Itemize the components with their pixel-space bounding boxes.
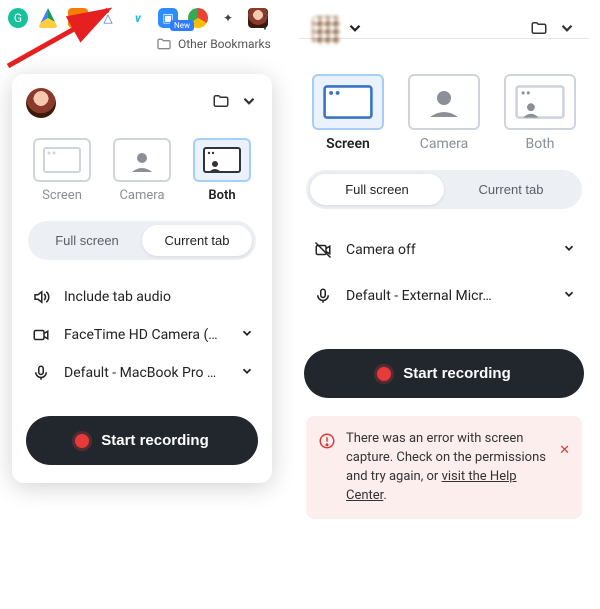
error-banner: There was an error with screen capture. … [306,416,582,519]
chevron-down-icon [562,241,576,259]
mic-icon [30,364,52,382]
mic-icon [312,287,334,305]
mode-both-label: Both [526,136,555,152]
header-dropdown[interactable] [240,92,258,114]
record-dot-icon [75,434,89,448]
mode-both[interactable]: Both [187,138,257,203]
start-recording-label: Start recording [101,432,209,449]
mic-select-row[interactable]: Default - MacBook Pro … [26,354,258,392]
record-dot-icon [377,367,391,381]
camera-select-row[interactable]: Camera off [304,227,584,273]
mode-screen[interactable]: Screen [27,138,97,203]
camera-off-icon [312,241,334,259]
recorder-popup-left: Screen Camera Both Full screen Current t… [12,74,272,483]
mode-camera[interactable]: Camera [401,74,487,152]
mode-screen[interactable]: Screen [305,74,391,152]
right-header [304,12,584,56]
error-text: There was an error with screen capture. … [346,430,549,505]
mode-screen-label: Screen [326,136,370,152]
chevron-down-icon [240,326,254,344]
seg-full-screen[interactable]: Full screen [32,225,142,256]
overflow-menu-icon[interactable]: ⋮ [256,12,274,33]
camera-icon [30,326,52,344]
include-tab-audio-label: Include tab audio [64,289,254,305]
chevron-down-icon [562,287,576,305]
library-icon[interactable] [212,92,230,114]
mode-both-label: Both [208,188,235,203]
capture-mode-row: Screen Camera Both [304,74,584,152]
grammarly-icon[interactable]: G [8,8,28,28]
mode-both[interactable]: Both [497,74,583,152]
start-recording-button[interactable]: Start recording [304,349,584,398]
avatar-dropdown[interactable] [346,19,364,41]
include-tab-audio-row[interactable]: Include tab audio [26,278,258,316]
camera-select-row[interactable]: FaceTime HD Camera (… [26,316,258,354]
mic-select-label: Default - MacBook Pro … [64,365,228,381]
mic-select-row[interactable]: Default - External Micr… [304,273,584,319]
camera-select-label: Camera off [346,242,550,258]
analytics-icon[interactable] [68,8,88,28]
screen-scope-segmented: Full screen Current tab [28,221,256,260]
recorder-panel-right: Screen Camera Both Full screen Current t… [298,6,590,519]
seg-current-tab[interactable]: Current tab [444,174,578,205]
library-icon[interactable] [530,19,548,41]
error-icon [318,432,336,457]
mode-camera-label: Camera [420,136,469,152]
close-icon[interactable]: ✕ [559,442,570,461]
mode-screen-label: Screen [42,188,82,203]
camera-select-label: FaceTime HD Camera (… [64,327,228,343]
browser-extensions-row: G △ v ▣ ✦ [8,8,268,28]
mode-camera-label: Camera [119,188,164,203]
chevron-down-icon [240,364,254,382]
screen-scope-segmented: Full screen Current tab [306,170,582,209]
mode-camera[interactable]: Camera [107,138,177,203]
puzzle-icon[interactable]: ✦ [218,8,238,28]
popup-header [26,88,258,118]
user-avatar[interactable] [26,88,56,118]
vimeo-icon[interactable]: v [128,8,148,28]
other-bookmarks-label: Other Bookmarks [178,37,271,51]
seg-current-tab[interactable]: Current tab [142,225,252,256]
start-recording-button[interactable]: Start recording [26,416,258,465]
folder-icon [156,36,172,52]
seg-full-screen[interactable]: Full screen [310,174,444,205]
mic-select-label: Default - External Micr… [346,288,550,304]
capture-mode-row: Screen Camera Both [26,138,258,203]
start-recording-label: Start recording [403,365,511,382]
new-badge: New [170,20,194,31]
google-drive-icon[interactable] [38,8,58,28]
other-bookmarks-button[interactable]: Other Bookmarks [156,36,271,52]
user-avatar[interactable] [312,16,340,44]
header-dropdown[interactable] [558,19,576,41]
sentry-icon[interactable]: △ [98,8,118,28]
speaker-icon [30,288,52,306]
